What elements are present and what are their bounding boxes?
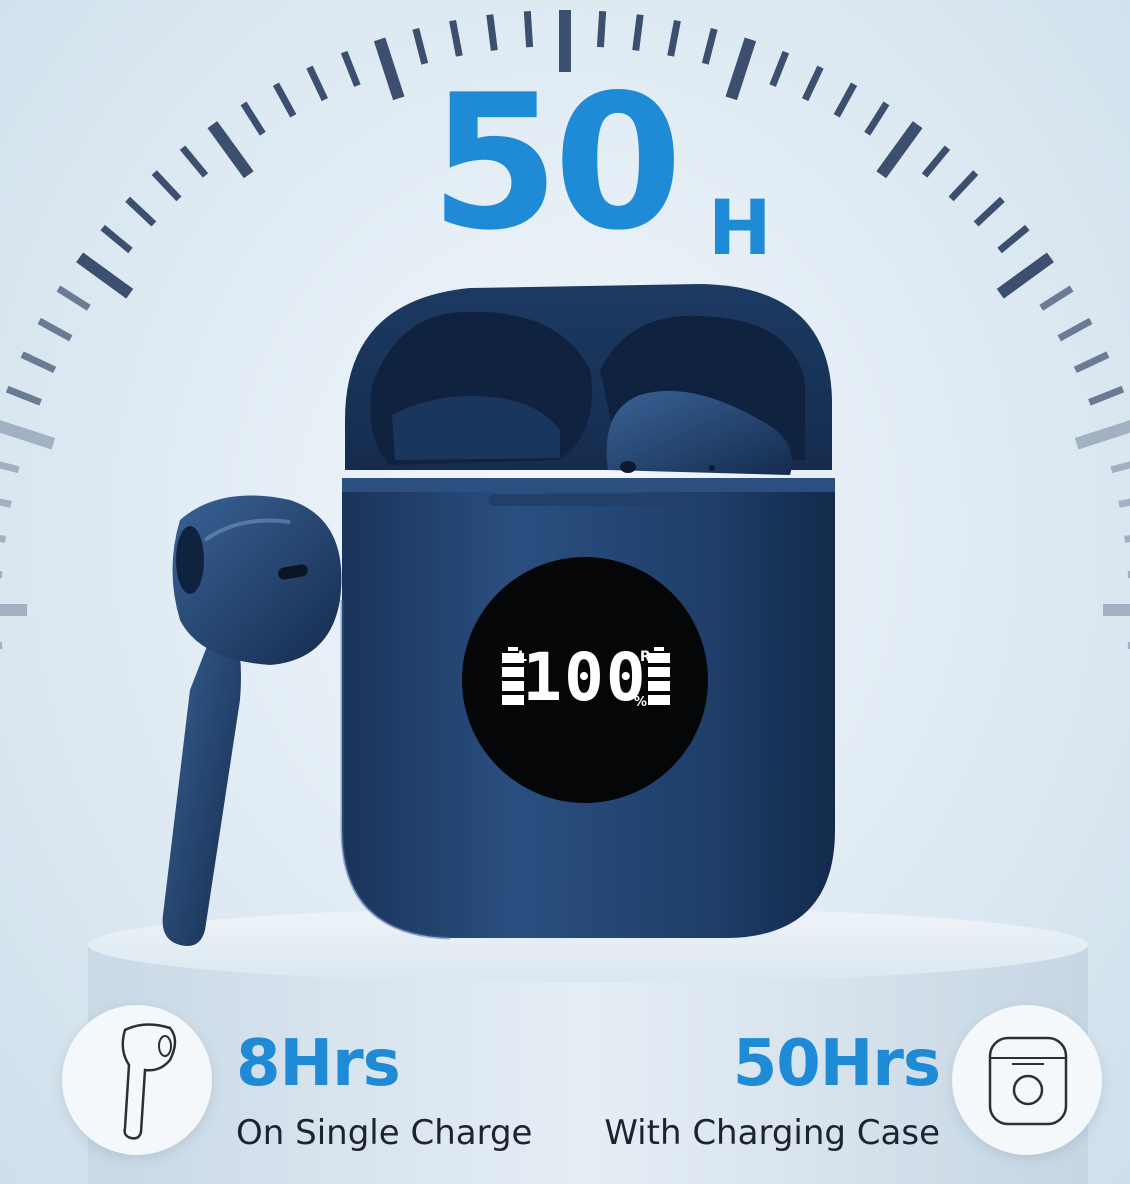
earbud-outline-icon [121,1023,177,1140]
icon-overlay [121,1023,1068,1140]
charging-case-outline-icon [988,1036,1068,1126]
